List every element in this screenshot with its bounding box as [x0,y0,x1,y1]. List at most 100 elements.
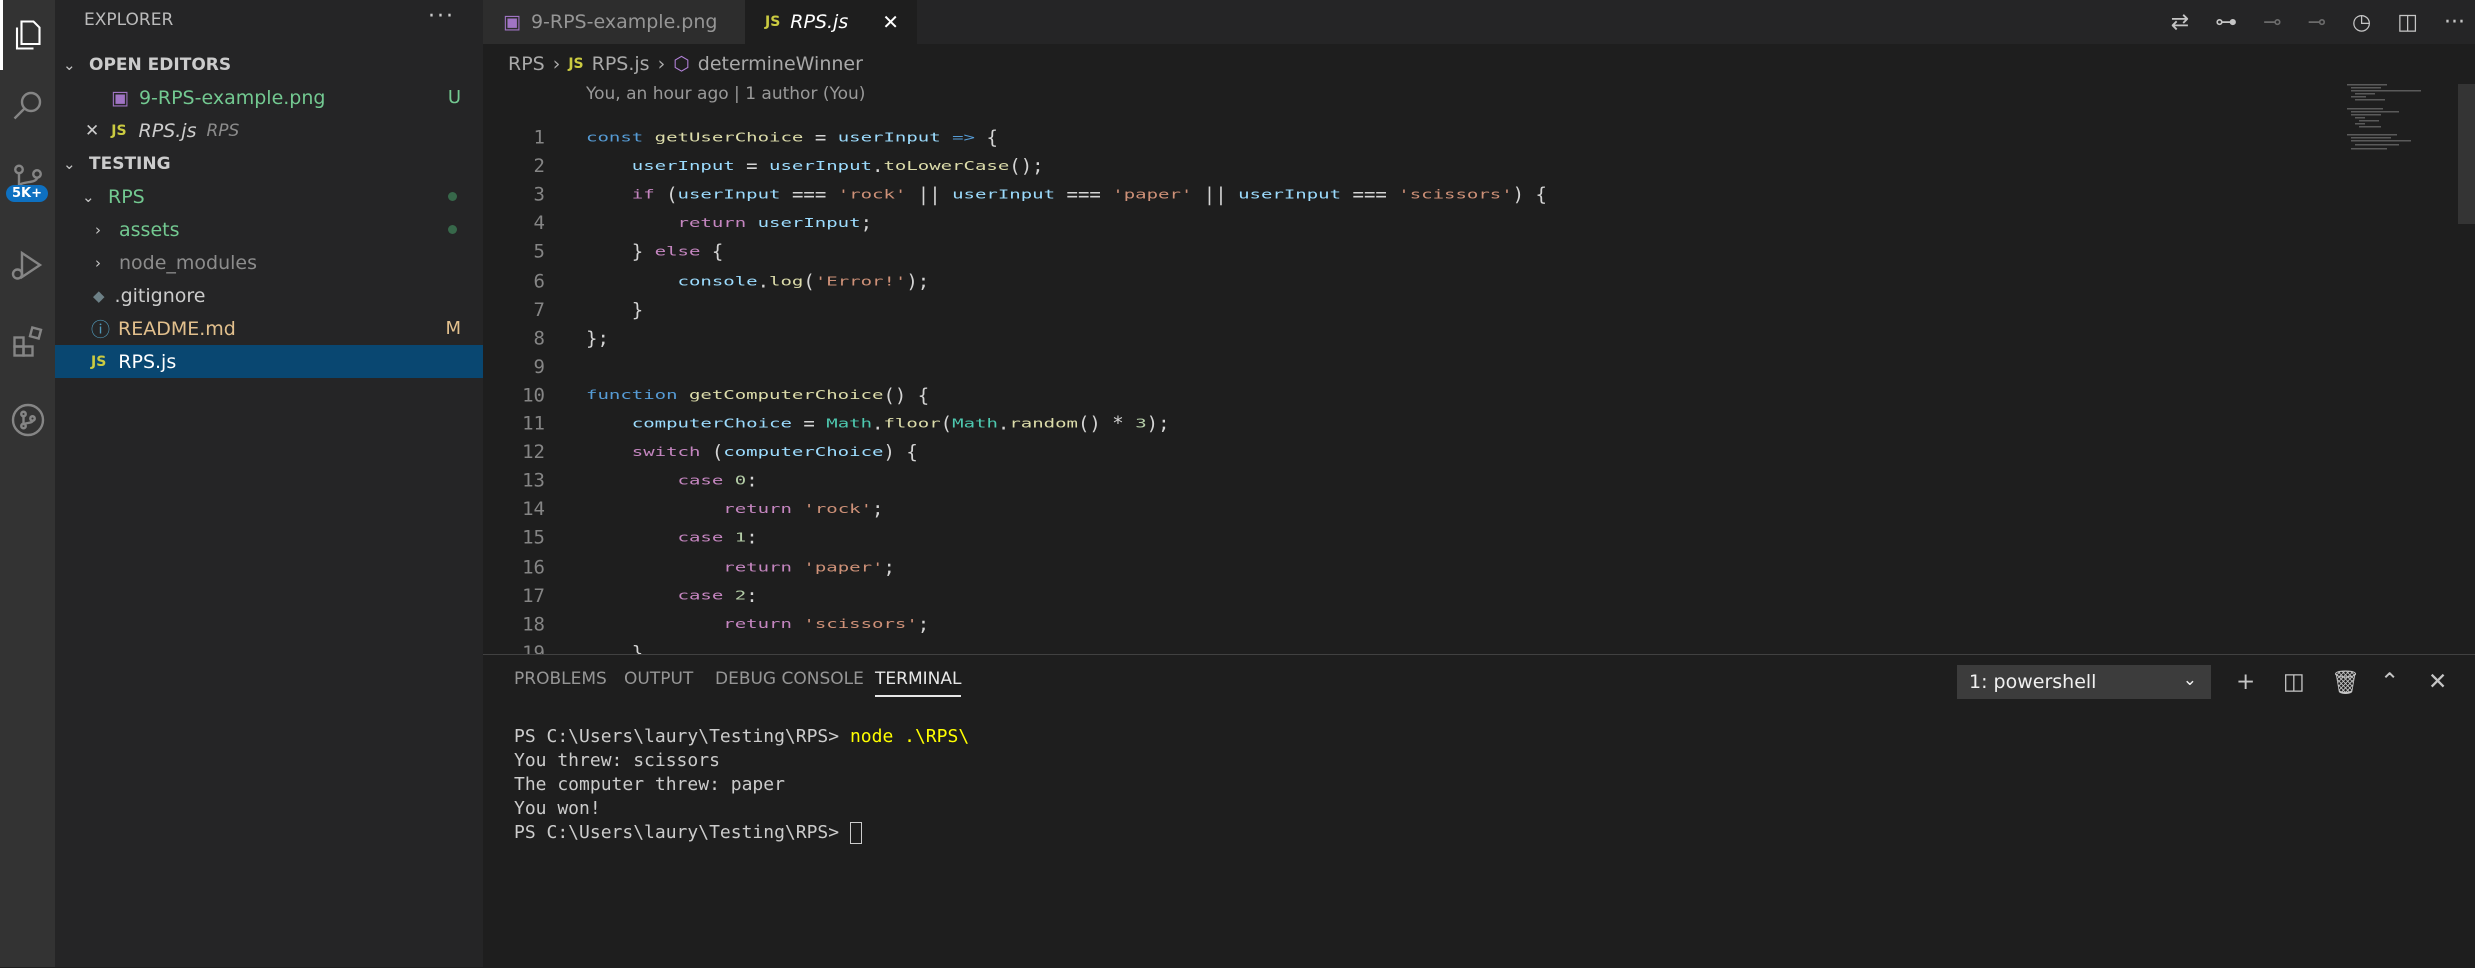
code-text: case 2: [677,584,758,607]
breadcrumb: RPS › JS RPS.js › ⬡ determineWinner [483,44,2283,84]
trash-icon[interactable]: 🗑 [2331,665,2360,699]
tree-file[interactable]: ◆ .gitignore [55,279,483,312]
folder-name: assets [119,218,180,241]
breadcrumb-folder[interactable]: RPS [508,53,545,75]
tab-label: RPS.js [790,11,849,33]
code-text: case 1: [677,527,758,550]
open-editor-item[interactable]: ▣ 9-RPS-example.png U [55,81,483,114]
workspace-section[interactable]: ⌄ TESTING [55,147,483,180]
search-icon[interactable] [0,70,55,140]
file-name: .gitignore [114,284,206,307]
extensions-icon[interactable] [0,307,55,377]
workspace-label: TESTING [89,153,171,174]
open-editor-name: 9-RPS-example.png [138,86,326,109]
tree-file[interactable]: ⓘ README.md M [55,312,483,345]
code-editor[interactable]: You, an hour ago | 1 author (You) 1 const… [483,84,2343,654]
folder-name: node_modules [119,251,258,274]
untracked-badge: U [447,87,461,108]
tab-rps-js[interactable]: JS RPS.js ✕ [745,0,917,44]
line-number: 13 [522,469,545,492]
line-number: 8 [533,326,545,349]
open-editors-section[interactable]: ⌄ OPEN EDITORS [55,48,483,81]
git-graph-icon[interactable] [0,385,55,455]
next-change-icon[interactable]: ⊸ [2308,10,2326,35]
image-file-icon: ▣ [111,86,129,109]
line-number: 2 [533,155,545,178]
terminal-prompt: PS C:\Users\laury\Testing\RPS> [514,822,850,843]
tab-output[interactable]: OUTPUT [624,669,693,689]
timeline-icon[interactable]: ◷ [2352,10,2371,35]
js-file-icon: JS [91,353,107,370]
terminal-command: node .\RPS\ [849,726,970,747]
terminal-output[interactable]: PS C:\Users\laury\Testing\RPS> node .\RP… [514,725,969,845]
source-control-badge: 5K+ [6,185,49,202]
close-icon[interactable]: ✕ [882,10,899,34]
code-text: switch (computerChoice) { [631,441,918,464]
open-editor-name: RPS.js [138,119,197,142]
git-commit-icon[interactable]: ⊶ [2215,10,2237,35]
bottom-panel: PROBLEMS OUTPUT DEBUG CONSOLE TERMINAL 1… [483,654,2475,968]
js-file-icon: JS [568,56,584,72]
code-text: return userInput; [677,212,873,235]
modified-dot [448,192,457,201]
codelens-blame[interactable]: You, an hour ago | 1 author (You) [586,84,865,104]
previous-change-icon[interactable]: ⊸ [2263,10,2281,35]
line-number: 10 [522,384,545,407]
line-number: 18 [522,612,545,635]
split-terminal-icon[interactable]: ◫ [2283,665,2305,699]
line-number: 3 [533,183,545,206]
code-text: }; [586,326,609,349]
close-icon[interactable]: ✕ [85,121,99,141]
symbol-method-icon: ⬡ [673,53,690,75]
tree-folder[interactable]: › node_modules [55,246,483,279]
more-actions-icon[interactable]: ··· [428,4,455,29]
info-file-icon: ⓘ [91,319,111,341]
more-actions-icon[interactable]: ··· [2444,10,2465,35]
explorer-icon[interactable] [0,0,55,70]
terminal-select[interactable]: 1: powershell ⌄ [1957,665,2211,699]
terminal-cursor [849,822,862,844]
code-text: return 'rock'; [723,498,884,521]
source-control-icon[interactable] [0,145,55,215]
breadcrumb-symbol[interactable]: determineWinner [698,53,863,75]
chevron-right-icon: › [552,53,561,75]
maximize-panel-icon[interactable]: ⌃ [2380,665,2399,699]
tree-file-selected[interactable]: JS RPS.js [55,345,483,378]
line-number: 12 [522,441,545,464]
close-panel-icon[interactable]: ✕ [2428,665,2447,699]
explorer-sidebar: EXPLORER ··· ⌄ OPEN EDITORS ▣ 9-RPS-exam… [55,0,483,967]
terminal-prompt: PS C:\Users\laury\Testing\RPS> [514,726,850,747]
open-editor-item[interactable]: ✕ JS RPS.js RPS [55,114,483,147]
chevron-down-icon: ⌄ [82,187,95,206]
new-terminal-icon[interactable]: + [2236,665,2255,699]
code-text: } [586,298,644,321]
run-debug-icon[interactable] [0,230,55,300]
image-file-icon: ▣ [503,11,521,33]
line-number: 4 [533,212,545,235]
breadcrumb-file[interactable]: RPS.js [592,53,650,75]
modified-dot [448,225,457,234]
editor-toolbar: ⇄ ⊶ ⊸ ⊸ ◷ ◫ ··· [2171,0,2465,44]
tab-debug-console[interactable]: DEBUG CONSOLE [715,669,864,689]
terminal-line: PS C:\Users\laury\Testing\RPS> node .\RP… [514,725,969,749]
tree-folder[interactable]: › assets [55,213,483,246]
tree-folder[interactable]: ⌄ RPS [55,180,483,213]
open-editor-folder: RPS [206,120,240,141]
minimap[interactable] [2343,84,2453,654]
chevron-right-icon: › [95,220,101,239]
line-number: 19 [522,641,545,654]
editor-tabs: ▣ 9-RPS-example.png JS RPS.js ✕ ⇄ ⊶ ⊸ ⊸ … [483,0,2475,44]
line-number: 11 [522,412,545,435]
tab-problems[interactable]: PROBLEMS [514,669,607,689]
tab-image[interactable]: ▣ 9-RPS-example.png [483,0,745,44]
code-text: return 'scissors'; [723,612,930,635]
open-editors-label: OPEN EDITORS [89,54,232,75]
line-number: 9 [533,355,545,378]
scrollbar-thumb[interactable] [2458,84,2475,224]
activity-bar: 5K+ [0,0,55,967]
chevron-right-icon: › [95,253,101,272]
chevron-down-icon: ⌄ [2182,670,2197,690]
split-editor-icon[interactable]: ◫ [2397,10,2418,35]
compare-changes-icon[interactable]: ⇄ [2171,10,2189,35]
tab-terminal[interactable]: TERMINAL [875,669,962,697]
